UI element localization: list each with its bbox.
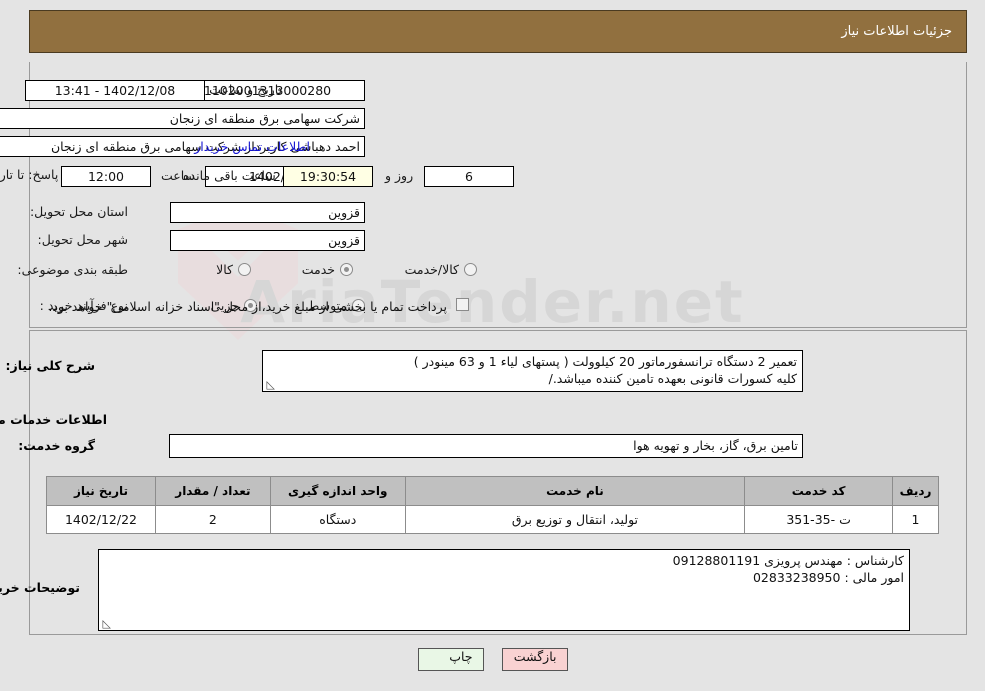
days-label-wrap: روز و bbox=[385, 168, 413, 183]
resize-grip-icon[interactable]: ◺ bbox=[101, 618, 111, 629]
description-label-wrap: شرح کلی نیاز: bbox=[6, 358, 95, 373]
category-option-kala-khedmat[interactable]: کالا/خدمت bbox=[405, 262, 477, 277]
description-line-2: کلیه کسورات قانونی بعهده تامین کننده میب… bbox=[548, 371, 797, 386]
buyer-notes-label-wrap: توضیحات خریدار: bbox=[0, 580, 80, 595]
announce-datetime-value: 1402/12/08 - 13:41 bbox=[25, 80, 205, 101]
buyer-contact-link-wrap[interactable]: اطلاعات تماس خریدار bbox=[194, 139, 310, 154]
countdown-value: 19:30:54 bbox=[283, 166, 373, 187]
col-name: نام خدمت bbox=[404, 476, 746, 506]
payment-checkbox-icon[interactable] bbox=[456, 298, 469, 311]
service-group-value: تامین برق، گاز، بخار و تهویه هوا bbox=[169, 434, 803, 458]
print-button[interactable]: چاپ bbox=[417, 648, 484, 671]
city-label: شهر محل تحویل: bbox=[37, 232, 128, 247]
service-group-label: گروه خدمت: bbox=[18, 438, 95, 453]
buyer-notes-line-1: کارشناس : مهندس پرویزی 09128801191 bbox=[672, 553, 904, 568]
services-section-title-wrap: اطلاعات خدمات مورد نیاز bbox=[0, 412, 107, 427]
description-textarea[interactable]: تعمیر 2 دستگاه ترانسفورماتور 20 کیلوولت … bbox=[262, 350, 803, 392]
buyer-org-value: شرکت سهامی برق منطقه ای زنجان bbox=[0, 108, 365, 129]
services-table: ردیف کد خدمت نام خدمت واحد اندازه گیری ت… bbox=[46, 476, 939, 534]
resize-grip-icon[interactable]: ◺ bbox=[265, 379, 275, 390]
cell-name: تولید، انتقال و توزیع برق bbox=[404, 505, 746, 534]
province-value: قزوین bbox=[170, 202, 365, 223]
cell-code: ت -35-351 bbox=[744, 505, 894, 534]
table-row: 1 ت -35-351 تولید، انتقال و توزیع برق دس… bbox=[46, 505, 939, 534]
requester-value: احمد دهباشی کاربرداز شرکت سهامی برق منطق… bbox=[0, 136, 365, 157]
col-unit: واحد اندازه گیری bbox=[269, 476, 406, 506]
need-info-panel bbox=[29, 62, 967, 328]
category-label: طبقه بندی موضوعی: bbox=[17, 262, 128, 277]
page-title: جزئیات اطلاعات نیاز bbox=[841, 24, 952, 39]
category-option-kala-khedmat-label: کالا/خدمت bbox=[404, 262, 459, 277]
province-label-wrap: استان محل تحویل: bbox=[30, 204, 128, 219]
remaining-label-wrap: ساعت باقی مانده bbox=[183, 168, 276, 183]
page-title-bar: جزئیات اطلاعات نیاز bbox=[29, 10, 967, 53]
buyer-notes-line-2: امور مالی : 02833238950 bbox=[752, 570, 904, 585]
description-line-1: تعمیر 2 دستگاه ترانسفورماتور 20 کیلوولت … bbox=[413, 354, 797, 369]
deadline-time-value: 12:00 bbox=[61, 166, 151, 187]
remaining-days-value: 6 bbox=[424, 166, 514, 187]
city-label-wrap: شهر محل تحویل: bbox=[38, 232, 128, 247]
radio-kala-khedmat-icon[interactable] bbox=[464, 263, 477, 276]
remaining-days-label: روز و bbox=[385, 168, 414, 183]
buyer-notes-label: توضیحات خریدار: bbox=[0, 580, 80, 595]
service-group-label-wrap: گروه خدمت: bbox=[18, 438, 95, 453]
remaining-hours-label: ساعت باقی مانده bbox=[183, 168, 276, 183]
col-qty: تعداد / مقدار bbox=[154, 476, 271, 506]
city-value: قزوین bbox=[170, 230, 365, 251]
radio-kala-icon[interactable] bbox=[238, 263, 251, 276]
description-label: شرح کلی نیاز: bbox=[5, 358, 95, 373]
col-date: تاریخ نیاز bbox=[46, 476, 156, 506]
back-button[interactable]: بازگشت bbox=[501, 648, 568, 671]
payment-note-text: پرداخت تمام یا بخشی از مبلغ خرید،از محل … bbox=[48, 299, 447, 314]
buyer-contact-link[interactable]: اطلاعات تماس خریدار bbox=[194, 139, 310, 154]
category-option-kala[interactable]: کالا bbox=[216, 262, 251, 277]
col-code: کد خدمت bbox=[744, 476, 894, 506]
category-option-khedmat[interactable]: خدمت bbox=[302, 262, 353, 277]
services-section-title: اطلاعات خدمات مورد نیاز bbox=[0, 412, 107, 427]
cell-date: 1402/12/22 bbox=[46, 505, 156, 534]
cell-index: 1 bbox=[892, 505, 939, 534]
payment-checkbox-wrap[interactable] bbox=[456, 298, 469, 311]
category-option-khedmat-label: خدمت bbox=[301, 262, 335, 277]
category-label-wrap: طبقه بندی موضوعی: bbox=[17, 262, 128, 277]
buyer-notes-textarea[interactable]: کارشناس : مهندس پرویزی 09128801191 امور … bbox=[98, 549, 910, 631]
action-buttons: بازگشت چاپ bbox=[0, 648, 985, 671]
radio-khedmat-icon[interactable] bbox=[340, 263, 353, 276]
table-header-row: ردیف کد خدمت نام خدمت واحد اندازه گیری ت… bbox=[46, 476, 939, 506]
cell-qty: 2 bbox=[154, 505, 271, 534]
col-index: ردیف bbox=[892, 476, 939, 506]
payment-note-wrap: پرداخت تمام یا بخشی از مبلغ خرید،از محل … bbox=[48, 299, 447, 314]
province-label: استان محل تحویل: bbox=[29, 204, 128, 219]
page-root: AriaTender.net جزئیات اطلاعات نیاز شماره… bbox=[0, 0, 985, 691]
cell-unit: دستگاه bbox=[269, 505, 406, 534]
category-option-kala-label: کالا bbox=[216, 262, 233, 277]
